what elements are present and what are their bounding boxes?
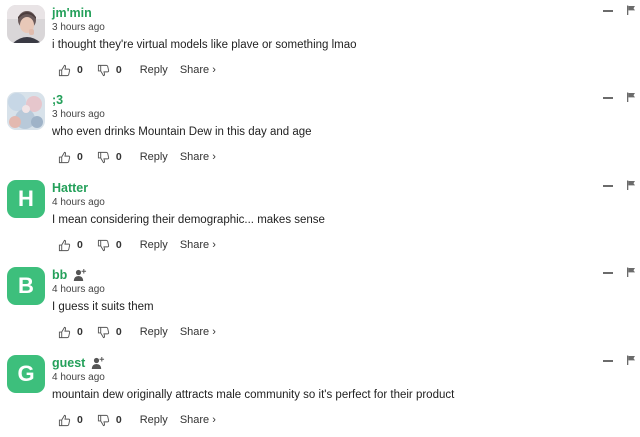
share-button[interactable]: Share › [180,239,216,251]
comment-actions: 0 0 Reply Share › [58,412,216,428]
comment-item: G guest 4 hours ago mountain dew origina… [0,350,640,437]
timestamp[interactable]: 3 hours ago [52,109,105,120]
downvote-count: 0 [115,326,122,338]
username[interactable]: ;3 [52,93,63,107]
minimize-button[interactable] [603,97,613,99]
reply-button[interactable]: Reply [140,239,168,251]
username[interactable]: guest [52,356,85,370]
flag-button[interactable] [626,267,636,277]
comment-text: who even drinks Mountain Dew in this day… [52,126,312,138]
avatar[interactable]: H [7,180,45,218]
comment-actions: 0 0 Reply Share › [58,324,216,340]
thumbs-down-icon [97,64,109,76]
downvote-count: 0 [115,151,122,163]
avatar[interactable]: G [7,355,45,393]
flag-button[interactable] [626,92,636,102]
comment-item: B bb 4 hours ago I guess it suits them 0… [0,262,640,349]
username[interactable]: jm'min [52,6,92,20]
user-add-icon [73,268,87,282]
flag-icon [627,92,635,102]
comment-text: mountain dew originally attracts male co… [52,389,455,401]
minimize-button[interactable] [603,272,613,274]
reply-button[interactable]: Reply [140,326,168,338]
user-add-icon [91,356,105,370]
downvote-button[interactable]: 0 [97,151,122,164]
comment-item: ;3 3 hours ago who even drinks Mountain … [0,87,640,174]
downvote-button[interactable]: 0 [97,64,122,77]
thumbs-up-icon [58,326,71,338]
timestamp[interactable]: 4 hours ago [52,372,105,383]
flag-button[interactable] [626,355,636,365]
flag-icon [627,355,635,365]
thumbs-down-icon [97,151,109,163]
flag-button[interactable] [626,5,636,15]
upvote-count: 0 [77,414,83,426]
comment-text: I guess it suits them [52,301,154,313]
thumbs-up-icon [58,151,71,163]
comment-text: i thought they're virtual models like pl… [52,39,357,51]
share-button[interactable]: Share › [180,64,216,76]
avatar-photo-icon [7,5,45,43]
username[interactable]: bb [52,268,67,282]
timestamp[interactable]: 3 hours ago [52,22,105,33]
downvote-button[interactable]: 0 [97,239,122,252]
share-button[interactable]: Share › [180,151,216,163]
share-button[interactable]: Share › [180,414,216,426]
reply-button[interactable]: Reply [140,151,168,163]
avatar[interactable] [7,92,45,130]
avatar[interactable] [7,5,45,43]
comment-actions: 0 0 Reply Share › [58,237,216,253]
downvote-button[interactable]: 0 [97,326,122,339]
upvote-button[interactable]: 0 [58,64,83,77]
upvote-button[interactable]: 0 [58,414,83,427]
thumbs-down-icon [97,239,109,251]
downvote-count: 0 [115,239,122,251]
minimize-button[interactable] [603,10,613,12]
comment-text: I mean considering their demographic... … [52,214,325,226]
comment-item: H Hatter 4 hours ago I mean considering … [0,175,640,262]
upvote-count: 0 [77,64,83,76]
reply-button[interactable]: Reply [140,414,168,426]
timestamp[interactable]: 4 hours ago [52,284,105,295]
upvote-count: 0 [77,326,83,338]
upvote-button[interactable]: 0 [58,239,83,252]
thumbs-down-icon [97,326,109,338]
timestamp[interactable]: 4 hours ago [52,197,105,208]
upvote-count: 0 [77,239,83,251]
upvote-count: 0 [77,151,83,163]
downvote-count: 0 [115,414,122,426]
minimize-button[interactable] [603,185,613,187]
avatar[interactable]: B [7,267,45,305]
flag-icon [627,180,635,190]
thumbs-up-icon [58,414,71,426]
comment-item: jm'min 3 hours ago i thought they're vir… [0,0,640,87]
comment-actions: 0 0 Reply Share › [58,62,216,78]
downvote-button[interactable]: 0 [97,414,122,427]
minimize-button[interactable] [603,360,613,362]
upvote-button[interactable]: 0 [58,326,83,339]
thumbs-up-icon [58,64,71,76]
reply-button[interactable]: Reply [140,64,168,76]
thumbs-down-icon [97,414,109,426]
upvote-button[interactable]: 0 [58,151,83,164]
thumbs-up-icon [58,239,71,251]
comment-actions: 0 0 Reply Share › [58,149,216,165]
flag-icon [627,5,635,15]
username[interactable]: Hatter [52,181,88,195]
avatar-photo-icon [7,92,45,130]
flag-icon [627,267,635,277]
share-button[interactable]: Share › [180,326,216,338]
downvote-count: 0 [115,64,122,76]
flag-button[interactable] [626,180,636,190]
